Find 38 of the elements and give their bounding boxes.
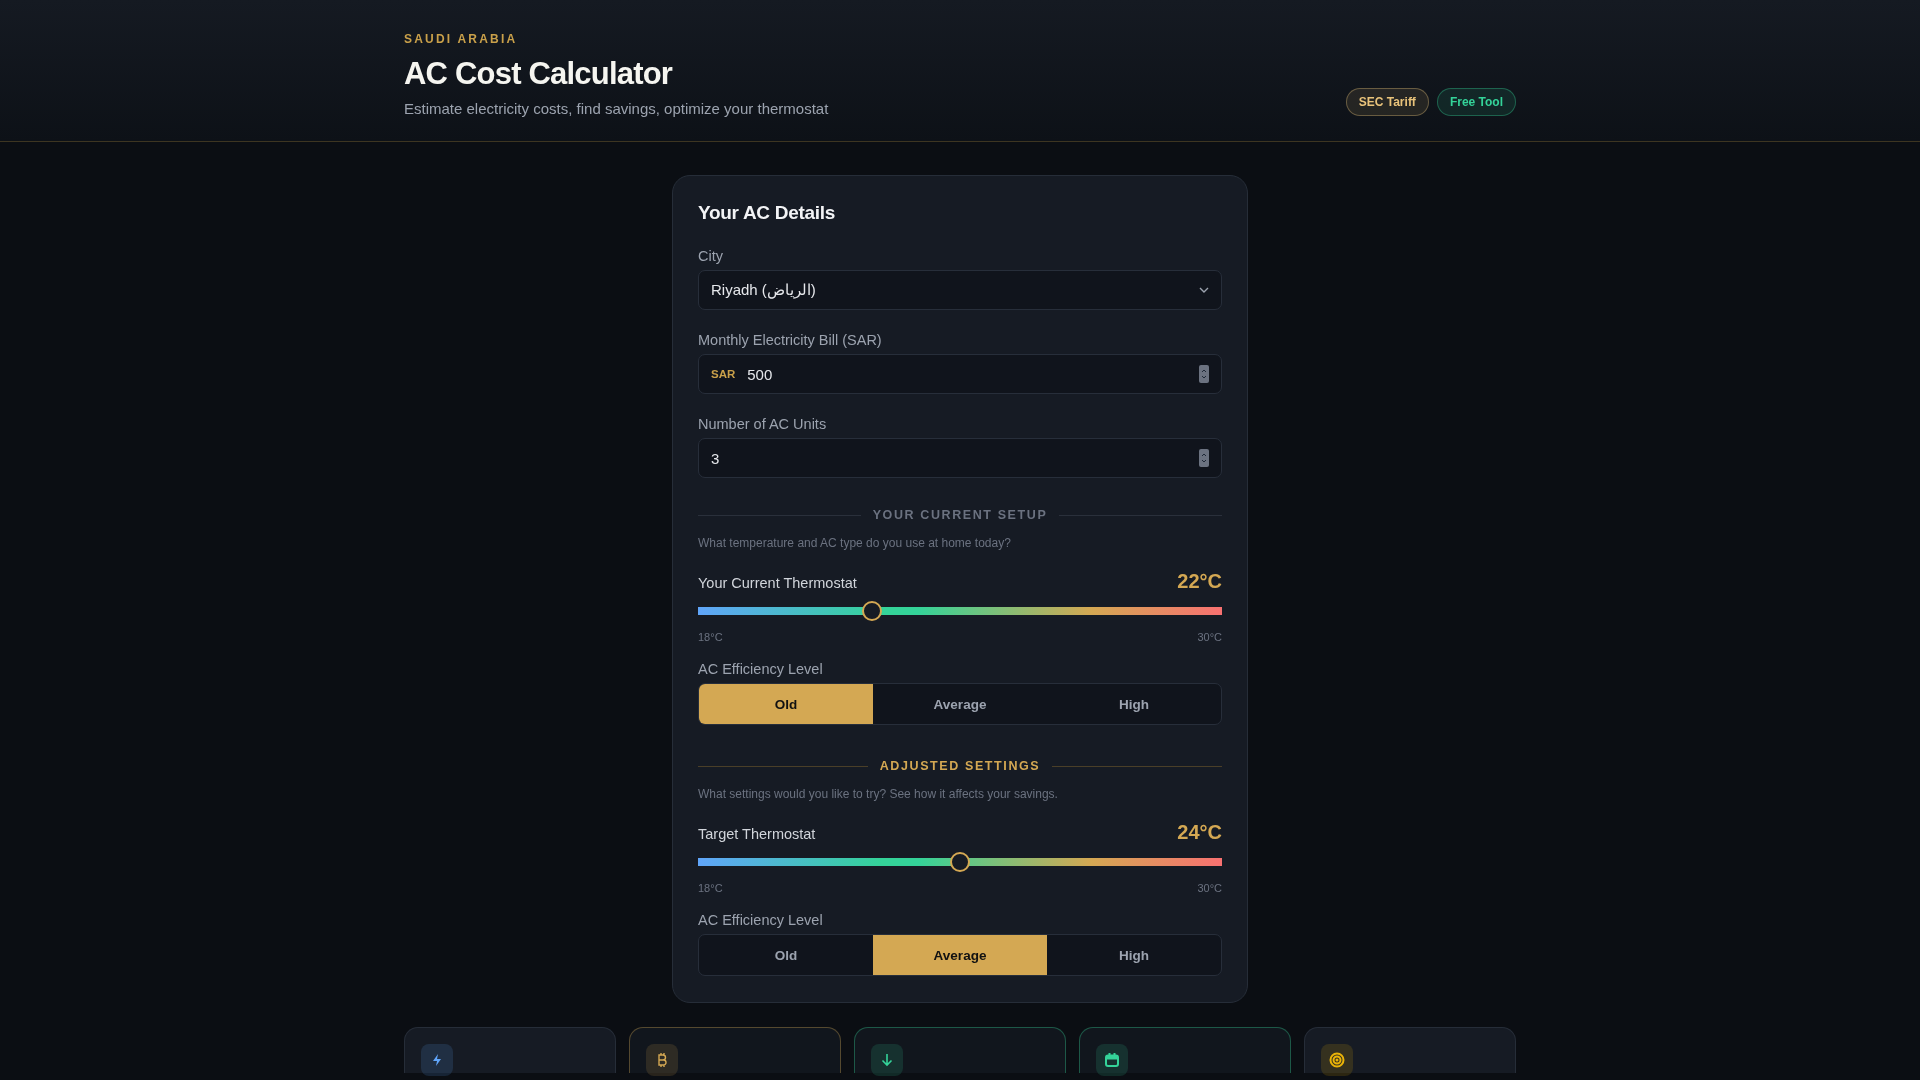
currency-prefix: SAR <box>711 368 736 380</box>
section-hint: What temperature and AC type do you use at home today? <box>698 536 1012 550</box>
field-label: AC Efficiency Level <box>698 912 824 928</box>
field-label: City <box>698 248 724 264</box>
max-label: 30°C <box>1197 882 1222 894</box>
slider-label: Your Current Thermostat <box>698 575 857 591</box>
efficiency-option[interactable]: High <box>1047 935 1221 975</box>
card-title: Your AC Details <box>698 202 836 224</box>
field-label: Number of AC Units <box>698 416 828 432</box>
slider-label: Target Thermostat <box>698 826 816 842</box>
city-select[interactable]: Riyadh (الرياض) <box>698 270 1222 310</box>
field-label: AC Efficiency Level <box>698 661 824 677</box>
spinner-icon[interactable] <box>1199 449 1209 467</box>
region-label: SAUDI ARABIA <box>404 32 519 46</box>
efficiency-option[interactable]: Old <box>699 684 873 724</box>
page-title: AC Cost Calculator <box>404 56 674 92</box>
efficiency-option[interactable]: Old <box>699 935 873 975</box>
section-hint: What settings would you like to try? See how it affects your savings. <box>698 787 1059 801</box>
number-input[interactable]: 3 <box>698 438 1222 478</box>
spinner-icon[interactable] <box>1199 365 1209 383</box>
max-label: 30°C <box>1197 631 1222 643</box>
efficiency-option[interactable]: Average <box>873 935 1047 975</box>
temperature-reading: 24°C <box>1177 821 1222 844</box>
field-label: Monthly Electricity Bill (SAR) <box>698 332 883 348</box>
min-label: 18°C <box>698 882 723 894</box>
slider-thumb[interactable] <box>950 852 970 872</box>
section-heading: YOUR CURRENT SETUP <box>872 508 1048 522</box>
pill-tag: SEC Tariff <box>1345 88 1429 116</box>
number-input[interactable]: SAR 500 <box>698 354 1222 394</box>
slider-thumb[interactable] <box>862 601 883 621</box>
min-label: 18°C <box>698 631 723 643</box>
efficiency-option[interactable]: High <box>1047 684 1221 724</box>
chevron-down-icon <box>1199 287 1209 293</box>
section-heading: ADJUSTED SETTINGS <box>879 759 1041 773</box>
page-subtitle: Estimate electricity costs, find savings, optimize your thermostat <box>404 100 829 117</box>
pill-tag: Free Tool <box>1436 88 1516 116</box>
efficiency-option[interactable]: Average <box>873 684 1047 724</box>
temperature-reading: 22°C <box>1177 570 1222 593</box>
